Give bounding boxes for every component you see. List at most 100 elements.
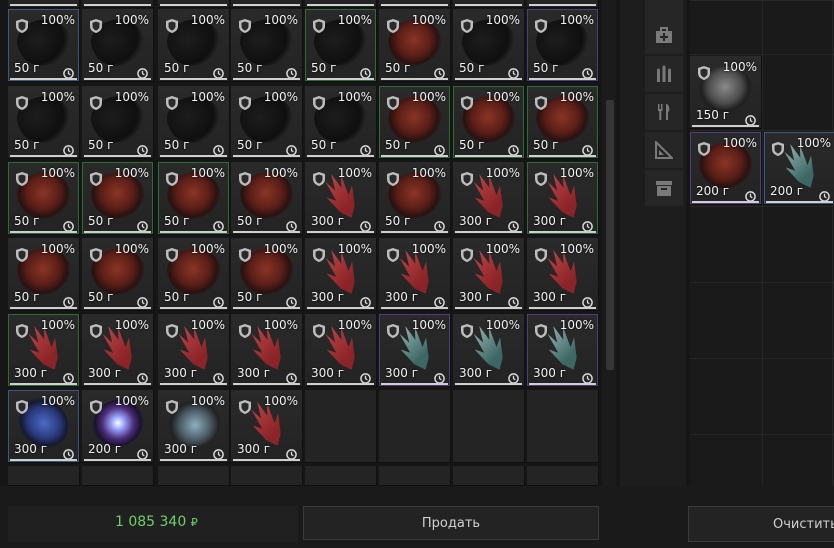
empty-slot[interactable] [379,466,451,486]
empty-slot[interactable] [453,390,525,463]
item-slot[interactable]: 100% 300 г [231,390,303,463]
item-slot[interactable]: 100% 50 г [231,162,303,235]
item-price: 300 г [237,442,271,456]
total-value: 1 085 340 ₽ [115,514,198,530]
inventory-scrollbar-thumb[interactable] [606,100,614,370]
item-slot[interactable]: 100% 50 г [8,238,80,311]
item-underline [455,307,522,309]
item-slot[interactable]: 100% 200 г [764,132,834,205]
item-slot[interactable]: 100% 50 г [158,9,230,82]
item-slot[interactable]: 100% 300 г [527,162,599,235]
item-slot-partial[interactable] [158,0,230,8]
item-price: 50 г [237,138,263,152]
empty-slot[interactable] [527,390,599,463]
empty-slot[interactable] [379,390,451,463]
item-slot[interactable]: 100% 200 г [82,390,154,463]
item-condition: 100% [559,166,594,180]
item-slot[interactable]: 100% 300 г [231,314,303,387]
shield-icon [90,18,102,33]
item-slot[interactable]: 100% 300 г [453,314,525,387]
clock-icon [213,445,224,460]
item-slot[interactable]: 100% 50 г [231,9,303,82]
item-slot[interactable]: 100% 50 г [82,238,154,311]
shield-icon [313,171,325,186]
empty-slot[interactable] [82,466,154,486]
item-slot[interactable]: 100% 50 г [527,86,599,159]
item-slot[interactable]: 100% 50 г [379,9,451,82]
item-price: 300 г [385,366,419,380]
sell-button[interactable]: Продать [303,506,599,540]
item-slot[interactable]: 100% 300 г [453,238,525,311]
clear-button[interactable]: Очистить [688,506,834,542]
empty-slot[interactable] [158,466,230,486]
category-button-tools[interactable] [645,132,683,168]
item-slot-partial[interactable] [453,0,525,8]
item-slot[interactable]: 100% 300 г [527,314,599,387]
item-slot[interactable]: 100% 50 г [527,9,599,82]
item-underline [692,201,759,203]
category-button-ammo[interactable] [645,56,683,92]
category-button-food[interactable] [645,94,683,130]
item-underline [160,4,227,6]
item-slot[interactable]: 100% 150 г [690,56,762,129]
empty-slot[interactable] [453,466,525,486]
empty-slot[interactable] [527,466,599,486]
item-slot-partial[interactable] [8,0,80,8]
item-slot-partial[interactable] [231,0,303,8]
category-button-top[interactable] [645,0,683,18]
item-slot[interactable]: 100% 50 г [231,86,303,159]
item-slot[interactable]: 100% 300 г [8,389,80,463]
item-slot[interactable]: 100% 50 г [8,162,80,235]
empty-slot[interactable] [305,466,377,486]
category-button-medkit[interactable] [645,18,683,54]
item-slot[interactable]: 100% 50 г [8,86,80,159]
item-slot[interactable]: 100% 300 г [82,314,154,387]
item-slot[interactable]: 100% 50 г [305,9,377,82]
item-slot[interactable]: 100% 300 г [8,314,80,387]
item-slot[interactable]: 100% 50 г [82,9,154,82]
item-slot[interactable]: 100% 300 г [379,238,451,311]
item-slot-partial[interactable] [379,0,451,8]
item-slot[interactable]: 100% 300 г [527,238,599,311]
item-condition: 100% [114,166,149,180]
item-condition: 100% [263,166,298,180]
clock-icon [819,187,830,202]
item-slot-partial[interactable] [305,0,377,8]
item-slot[interactable]: 100% 300 г [305,162,377,235]
shield-icon [239,95,251,110]
item-slot[interactable]: 100% 300 г [158,314,230,387]
item-slot[interactable]: 100% 200 г [690,132,762,205]
item-slot[interactable]: 100% 300 г [453,162,525,235]
empty-slot[interactable] [8,466,80,486]
item-slot[interactable]: 100% 50 г [8,9,80,82]
item-price: 50 г [14,138,40,152]
shield-icon [16,171,28,186]
item-slot[interactable]: 100% 300 г [305,238,377,311]
clock-icon [286,445,297,460]
empty-slot[interactable] [231,466,303,486]
item-slot[interactable]: 100% 50 г [305,86,377,159]
item-underline [455,383,522,385]
item-slot-partial[interactable] [82,0,154,8]
item-slot[interactable]: 100% 50 г [231,238,303,311]
item-slot[interactable]: 100% 300 г [305,314,377,387]
item-slot[interactable]: 100% 50 г [158,238,230,311]
item-slot[interactable]: 100% 300 г [158,390,230,463]
item-slot[interactable]: 100% 50 г [453,86,525,159]
item-slot[interactable]: 100% 50 г [158,162,230,235]
item-slot[interactable]: 100% 50 г [158,86,230,159]
item-condition: 100% [40,13,75,27]
shield-icon [16,95,28,110]
clock-icon [508,293,519,308]
item-slot[interactable]: 100% 50 г [82,86,154,159]
item-price: 50 г [14,214,40,228]
item-slot[interactable]: 100% 50 г [379,86,451,159]
item-slot[interactable]: 100% 50 г [82,162,154,235]
item-slot[interactable]: 100% 50 г [453,9,525,82]
item-slot[interactable]: 100% 50 г [379,162,451,235]
empty-slot[interactable] [305,390,377,463]
item-slot[interactable]: 100% 300 г [379,314,451,387]
item-slot-partial[interactable] [527,0,599,8]
item-condition: 100% [559,318,594,332]
category-button-storage[interactable] [645,170,683,206]
